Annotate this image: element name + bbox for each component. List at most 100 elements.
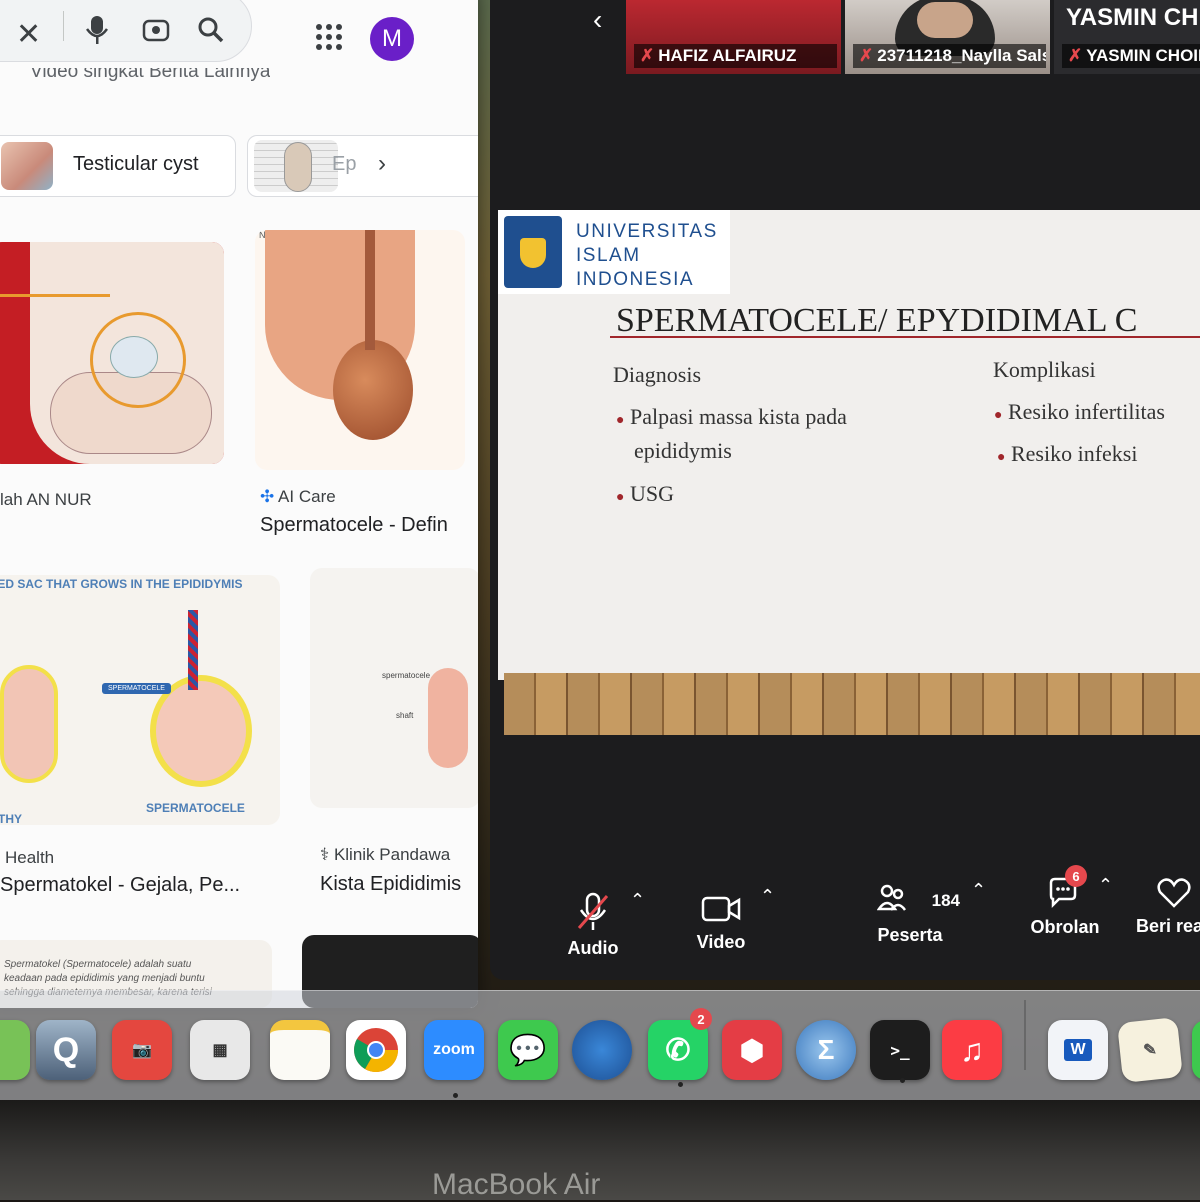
dock-word-document-icon[interactable]: W <box>1048 1020 1108 1080</box>
chevron-right-icon[interactable]: › <box>378 150 386 178</box>
diagnosis-heading: Diagnosis <box>613 362 701 387</box>
result-image-1[interactable] <box>0 242 224 464</box>
dock-photo-booth-icon[interactable]: 📷 <box>112 1020 172 1080</box>
chip-testicular-cyst[interactable]: Testicular cyst <box>0 135 236 197</box>
image-caption: THY <box>0 812 22 825</box>
image-label: shaft <box>396 711 414 720</box>
ai-care-icon: ✣ <box>260 487 275 506</box>
chip-epididymis[interactable]: Ep › <box>247 135 478 197</box>
chat-options-caret[interactable]: ⌃ <box>1098 875 1113 896</box>
source-name: AI Care <box>278 487 336 506</box>
dock-messages-icon[interactable]: 💬 <box>498 1020 558 1080</box>
komplikasi-item: ● Resiko infertilitas <box>994 399 1165 424</box>
title-underline <box>610 336 1200 338</box>
result-title[interactable]: Spermatocele - Defin <box>260 514 448 537</box>
logo-line: ISLAM <box>576 245 641 266</box>
video-tile-2[interactable]: ✗23711218_Naylla Sals... <box>845 0 1050 74</box>
mic-muted-icon: ✗ <box>640 46 655 65</box>
running-indicator <box>678 1082 683 1087</box>
logo-line: UNIVERSITAS <box>576 221 718 242</box>
running-indicator <box>453 1093 458 1098</box>
video-button[interactable]: Video <box>686 892 756 953</box>
search-bar[interactable]: ✕ <box>0 0 252 62</box>
result-image-4[interactable]: spermatocele shaft <box>310 568 478 808</box>
result-source[interactable]: ✣ AI Care <box>260 487 336 507</box>
result-image-2[interactable]: Normal <box>255 230 465 470</box>
dock-zoom-icon[interactable]: zoom <box>424 1020 484 1080</box>
apps-grid-icon[interactable] <box>315 23 343 51</box>
bezel-label: MacBook Air <box>432 1168 601 1201</box>
chip-thumbnail <box>1 142 53 190</box>
dock-music-icon[interactable]: ♫ <box>942 1020 1002 1080</box>
laptop-bezel: MacBook Air <box>0 1100 1200 1201</box>
slide-title: SPERMATOCELE/ EPYDIDIMAL C <box>616 302 1138 339</box>
result-source[interactable]: lah AN NUR <box>0 490 92 510</box>
running-indicator <box>900 1078 905 1083</box>
dock-math-sum-icon[interactable]: Σ <box>796 1020 856 1080</box>
source-name: Klinik Pandawa <box>333 845 451 864</box>
dock-calculator-icon[interactable]: ▦ <box>190 1020 250 1080</box>
chip-label: Testicular cyst <box>73 153 199 175</box>
dock-mindmap-icon[interactable]: ⬢ <box>722 1020 782 1080</box>
clinic-icon: ⚕ <box>320 845 330 864</box>
account-avatar[interactable]: M <box>370 17 414 61</box>
zoom-label: zoom <box>433 1041 475 1058</box>
snippet-line: Spermatokel (Spermatocele) adalah suatu <box>4 959 192 970</box>
chat-button[interactable]: Obrolan <box>1025 875 1105 938</box>
video-tile-1[interactable]: ✗ HAFIZ ALFAIRUZ <box>626 0 841 74</box>
diagnosis-item: ● USG <box>616 481 674 506</box>
heart-icon <box>1157 878 1191 908</box>
reactions-button[interactable]: Beri rea <box>1136 876 1200 937</box>
dock-finder-partial-icon[interactable] <box>0 1020 30 1080</box>
participant-name: HAFIZ ALFAIRUZ <box>658 46 797 65</box>
result-title[interactable]: Kista Epididimis <box>320 873 461 896</box>
participants-options-caret[interactable]: ⌃ <box>971 880 986 901</box>
university-logo: UNIVERSITAS ISLAM INDONESIA <box>498 210 730 294</box>
result-image-3[interactable]: LED SAC THAT GROWS IN THE EPIDIDYMIS SPE… <box>0 575 280 825</box>
komplikasi-item: ● Resiko infeksi <box>997 441 1138 466</box>
microphone-icon[interactable] <box>85 15 109 45</box>
dock-chrome-icon[interactable] <box>346 1020 406 1080</box>
image-chip: SPERMATOCELE <box>102 683 171 694</box>
video-tile-3[interactable]: YASMIN CH ✗YASMIN CHOIRU <box>1054 0 1200 74</box>
participant-name: YASMIN CHOIRU <box>1086 46 1200 65</box>
dock-partial-icon[interactable] <box>1192 1020 1200 1080</box>
image-caption: SPERMATOCELE <box>146 801 245 815</box>
video-options-caret[interactable]: ⌃ <box>760 886 775 907</box>
snippet-line: keadaan pada epididimis yang menjadi bun… <box>4 973 205 984</box>
zoom-meeting-window: ‹ ✗HAFIZ ALFAIRUZ ✗23711218_Naylla Sals.… <box>490 0 1200 980</box>
chat-unread-badge: 6 <box>1065 865 1087 887</box>
whatsapp-unread-badge: 2 <box>690 1008 712 1030</box>
result-source[interactable]: Health <box>5 848 54 868</box>
audio-button[interactable]: Audio <box>558 892 628 959</box>
mic-muted-icon: ✗ <box>859 46 874 65</box>
shared-screen-slide: UNIVERSITAS ISLAM INDONESIA SPERMATOCELE… <box>498 210 1200 680</box>
participant-header: YASMIN CH <box>1066 4 1199 31</box>
slide-floor-graphic <box>504 673 1200 735</box>
result-title[interactable]: Spermatokel - Gejala, Pe... <box>0 874 240 897</box>
search-icon[interactable] <box>196 15 226 45</box>
search-tabs[interactable]: Video singkat Berita Lainnya <box>30 68 270 82</box>
avatar-letter: M <box>382 25 402 52</box>
diagnosis-item: ● Palpasi massa kista pada <box>616 404 847 429</box>
image-label: spermatocele <box>382 671 431 680</box>
video-label: Video <box>696 932 746 952</box>
participants-button[interactable]: 184 Peserta <box>860 883 960 946</box>
dock-quicktime-icon[interactable]: Q <box>36 1020 96 1080</box>
clear-icon[interactable]: ✕ <box>16 17 41 52</box>
participants-icon <box>876 884 906 911</box>
audio-options-caret[interactable]: ⌃ <box>630 890 645 911</box>
reactions-label: Beri rea <box>1136 916 1200 936</box>
result-source[interactable]: ⚕ Klinik Pandawa <box>320 845 450 865</box>
mic-off-icon <box>577 892 609 930</box>
dock-preview-icon[interactable] <box>572 1020 632 1080</box>
google-images-window: ✕ M Video singkat Berita Lainnya Testicu… <box>0 0 478 1008</box>
participants-label: Peserta <box>877 925 943 945</box>
video-camera-icon <box>701 896 741 922</box>
dock-notes-icon[interactable] <box>270 1020 330 1080</box>
dock-clipboard-icon[interactable]: ✎ <box>1117 1017 1183 1083</box>
lens-icon[interactable] <box>141 15 171 45</box>
chevron-left-icon[interactable]: ‹ <box>593 4 602 36</box>
dock-terminal-icon[interactable]: >_ <box>870 1020 930 1080</box>
logo-line: INDONESIA <box>576 269 695 290</box>
